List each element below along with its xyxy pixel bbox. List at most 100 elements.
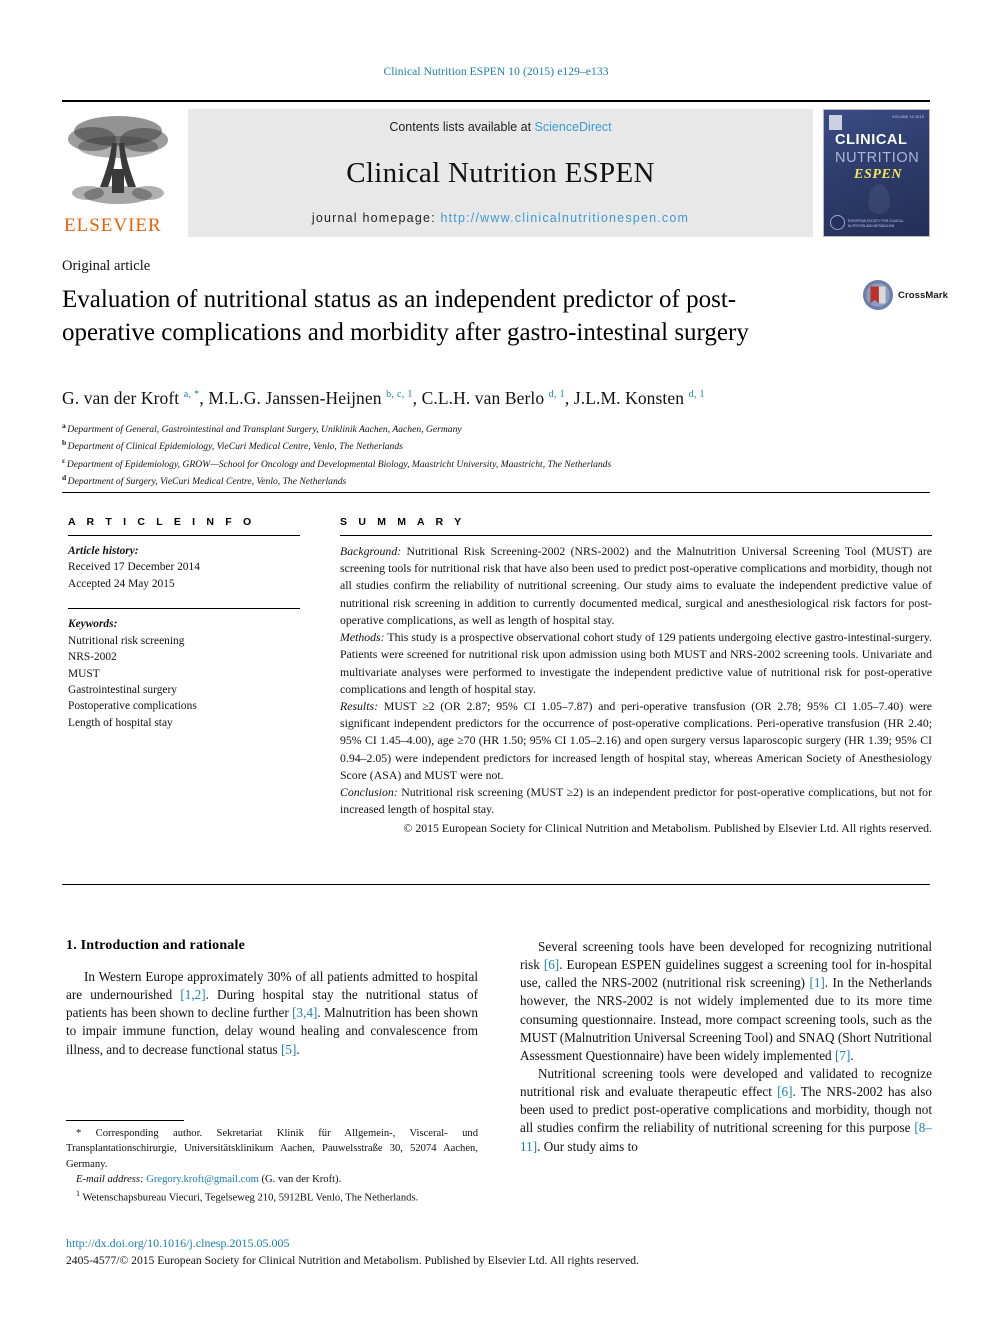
elsevier-wordmark: ELSEVIER [64, 215, 162, 236]
cover-line-1: CLINICAL [835, 132, 908, 148]
article-history-block: Article history: Received 17 December 20… [68, 543, 300, 592]
abstract-background: Background: Nutritional Risk Screening-2… [340, 543, 932, 629]
article-history-label: Article history: [68, 545, 139, 557]
email-suffix: (G. van der Kroft). [258, 1174, 342, 1186]
footnote-email: E-mail address: Gregory.kroft@gmail.com … [66, 1172, 478, 1187]
summary-column: S U M M A R Y Background: Nutritional Ri… [340, 516, 932, 837]
intro-paragraph-left: In Western Europe approximately 30% of a… [66, 968, 478, 1059]
footnote-note-1: 1 Wetenschapsbureau Viecuri, Tegelseweg … [66, 1188, 478, 1206]
crossmark-badge[interactable]: CrossMark [862, 278, 948, 312]
keywords-label: Keywords: [68, 618, 118, 631]
cover-line-3: ESPEN [854, 167, 903, 182]
footnote-separator-rule [66, 1120, 184, 1121]
section-heading-introduction: 1. Introduction and rationale [66, 938, 246, 953]
intro-text: . [296, 1041, 300, 1057]
article-type-label: Original article [62, 258, 151, 274]
affiliation-d: d Department of Surgery, VieCuri Medical … [62, 472, 942, 489]
citation-ref[interactable]: [6] [777, 1084, 792, 1099]
info-section-top-rule [62, 492, 930, 493]
cover-elsevier-icon [829, 115, 842, 130]
abstract-background-label: Background: [340, 544, 402, 558]
cover-issue-tag: VOLUME 10 2015 [892, 115, 924, 119]
body-column-left: 1. Introduction and rationale In Western… [66, 938, 478, 1059]
journal-article-page: Clinical Nutrition ESPEN 10 (2015) e129–… [0, 0, 992, 1323]
keyword-item: Nutritional risk screening [68, 634, 185, 647]
homepage-url-link[interactable]: http://www.clinicalnutritionespen.com [440, 211, 689, 225]
contents-line: Contents lists available at ScienceDirec… [389, 120, 611, 134]
footnote-block: * Corresponding author. Sekretariat Klin… [66, 1126, 478, 1206]
abstract-conclusion: Conclusion: Nutritional risk screening (… [340, 784, 932, 818]
abstract-results-text: MUST ≥2 (OR 2.87; 95% CI 1.05–7.87) and … [340, 698, 932, 782]
journal-homepage-line: journal homepage: http://www.clinicalnut… [312, 211, 689, 225]
citation-ref[interactable]: [6] [544, 957, 559, 972]
cover-droplet-graphic [868, 184, 890, 214]
footnote-note-1-text: Wetenschapsbureau Viecuri, Tegelseweg 21… [80, 1192, 419, 1204]
abstract-methods: Methods: This study is a prospective obs… [340, 629, 932, 698]
journal-cover-thumbnail: VOLUME 10 2015 CLINICAL NUTRITION ESPEN … [823, 109, 930, 237]
affiliation-mark-d: d [62, 473, 67, 483]
affiliation-a: a Department of General, Gastrointestinal… [62, 420, 942, 437]
homepage-label: journal homepage: [311, 211, 441, 225]
keyword-item: Postoperative complications [68, 700, 197, 713]
running-head: Clinical Nutrition ESPEN 10 (2015) e129–… [383, 66, 609, 78]
body-column-right: Several screening tools have been develo… [520, 938, 932, 1156]
keyword-item: Length of hospital stay [68, 716, 173, 729]
intro-text: . [850, 1047, 854, 1063]
intro-text: . Our study aims to [537, 1138, 638, 1154]
citation-ref[interactable]: [3,4] [292, 1005, 317, 1020]
abstract-methods-label: Methods: [340, 630, 385, 645]
article-info-column: A R T I C L E I N F O Article history: R… [68, 516, 300, 731]
abstract-conclusion-label: Conclusion: [340, 785, 398, 800]
intro-paragraph-right-1: Several screening tools have been develo… [520, 938, 932, 1065]
keyword-item: MUST [68, 667, 100, 680]
citation-ref[interactable]: [1,2] [180, 987, 205, 1002]
keyword-item: Gastrointestinal surgery [68, 683, 177, 696]
affiliation-mark-a: a [62, 421, 66, 430]
article-info-heading: A R T I C L E I N F O [68, 516, 256, 528]
citation-ref[interactable]: [7] [835, 1048, 850, 1063]
journal-banner: Contents lists available at ScienceDirec… [188, 109, 813, 237]
abstract-conclusion-text: Nutritional risk screening (MUST ≥2) is … [340, 785, 932, 817]
article-history-accepted: Accepted 24 May 2015 [68, 577, 175, 590]
affiliation-text-a: Department of General, Gastrointestinal … [67, 424, 462, 436]
affiliation-text-b: Department of Clinical Epidemiology, Vie… [67, 441, 403, 453]
crossmark-icon [862, 279, 894, 311]
journal-title: Clinical Nutrition ESPEN [346, 157, 655, 189]
citation-ref[interactable]: [1] [809, 975, 824, 990]
elsevier-tree-icon [68, 116, 168, 204]
sciencedirect-link[interactable]: ScienceDirect [535, 120, 612, 134]
cover-society-text: EUROPEAN SOCIETY FOR CLINICAL NUTRITION … [848, 219, 904, 228]
affiliation-c: c Department of Epidemiology, GROW—School… [62, 455, 942, 472]
abstract-results: Results: MUST ≥2 (OR 2.87; 95% CI 1.05–7… [340, 698, 932, 784]
journal-masthead: ELSEVIER Contents lists available at Sci… [62, 100, 930, 240]
summary-heading: S U M M A R Y [340, 516, 466, 528]
affiliation-mark-b: b [62, 438, 67, 448]
citation-ref[interactable]: [5] [281, 1042, 296, 1057]
page-title: Evaluation of nutritional status as an i… [62, 286, 749, 346]
article-history-received: Received 17 December 2014 [68, 561, 200, 574]
abstract-background-text: Nutritional Risk Screening-2002 (NRS-200… [340, 544, 932, 627]
contents-prefix: Contents lists available at [389, 120, 535, 134]
affiliation-list: a Department of General, Gastrointestinal… [62, 420, 942, 490]
summary-bottom-rule [62, 884, 930, 885]
affiliation-text-d: Department of Surgery, VieCuri Medical C… [67, 476, 347, 488]
email-link[interactable]: Gregory.kroft@gmail.com [146, 1174, 259, 1185]
affiliation-mark-c: c [62, 455, 66, 465]
elsevier-logo: ELSEVIER [62, 109, 180, 237]
doi-link[interactable]: http://dx.doi.org/10.1016/j.clnesp.2015.… [66, 1236, 289, 1251]
article-info-rule-2 [68, 608, 300, 610]
abstract-copyright: © 2015 European Society for Clinical Nut… [403, 820, 932, 835]
summary-rule [340, 535, 932, 536]
keywords-block: Keywords: Nutritional risk screening NRS… [68, 616, 300, 731]
abstract-results-label: Results: [340, 698, 379, 713]
cover-society-emblem-icon [830, 215, 845, 230]
article-info-rule-1 [68, 535, 300, 536]
footnote-corresponding-author: * Corresponding author. Sekretariat Klin… [66, 1128, 478, 1170]
crossmark-label: CrossMark [897, 290, 948, 301]
abstract-methods-text: This study is a prospective observationa… [340, 630, 932, 696]
affiliation-b: b Department of Clinical Epidemiology, Vi… [62, 437, 942, 454]
author-list: G. van der Kroft a, *, M.L.G. Janssen-He… [62, 388, 705, 408]
intro-paragraph-right-2: Nutritional screening tools were develop… [520, 1065, 932, 1156]
cover-line-2: NUTRITION [835, 150, 920, 166]
issn-copyright-line: 2405-4577/© 2015 European Society for Cl… [66, 1254, 639, 1267]
